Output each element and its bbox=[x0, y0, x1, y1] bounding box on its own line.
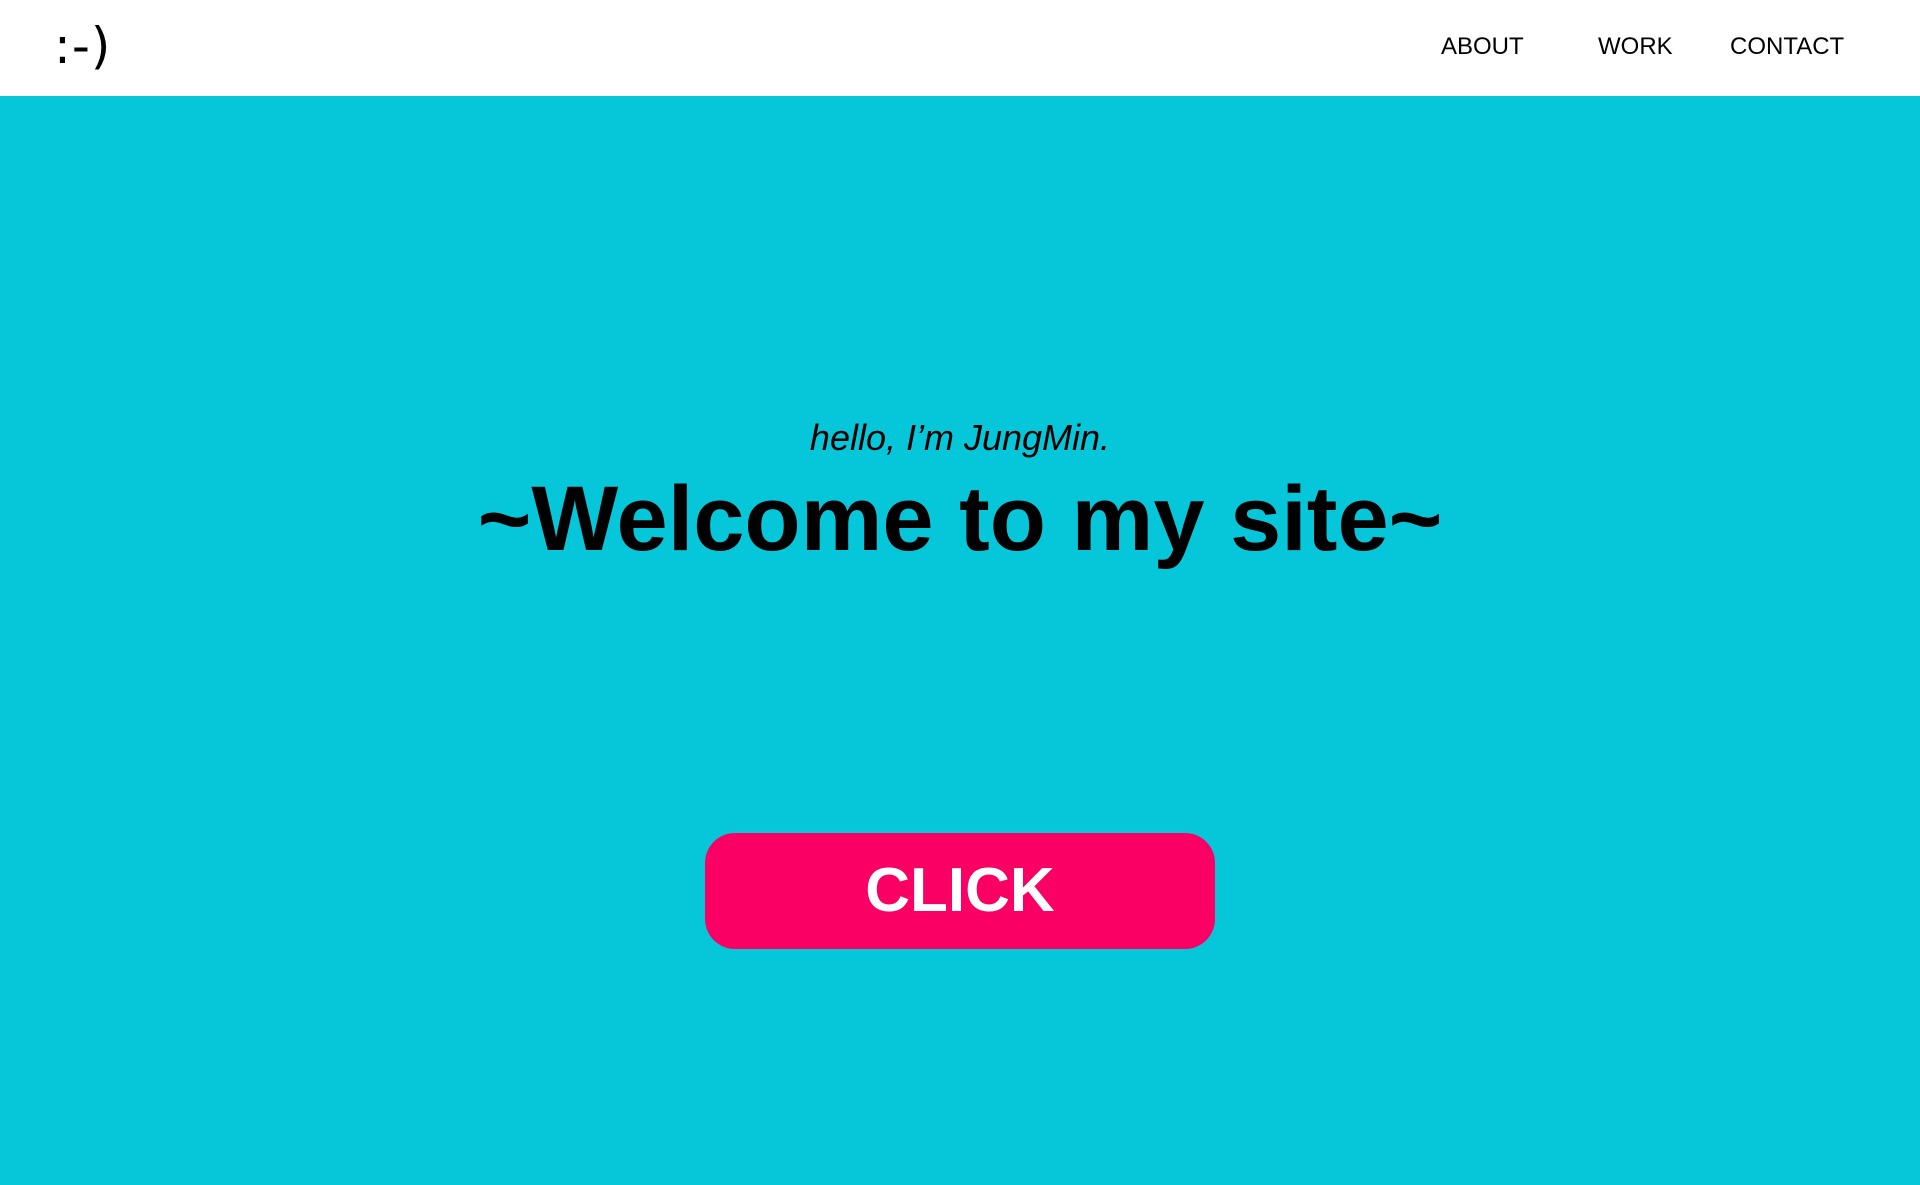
smiley-logo[interactable]: :-) bbox=[54, 14, 111, 78]
nav-link-contact[interactable]: CONTACT bbox=[1730, 32, 1844, 62]
hero-title: ~Welcome to my site~ bbox=[477, 468, 1443, 570]
click-button[interactable]: CLICK bbox=[705, 833, 1215, 949]
site-header: :-) ABOUT WORK CONTACT bbox=[0, 0, 1920, 96]
hero-intro-text: hello, I’m JungMin. bbox=[809, 417, 1111, 458]
nav-link-work[interactable]: WORK bbox=[1598, 32, 1673, 62]
nav-link-about[interactable]: ABOUT bbox=[1441, 32, 1524, 62]
hero-section bbox=[0, 96, 1920, 1185]
